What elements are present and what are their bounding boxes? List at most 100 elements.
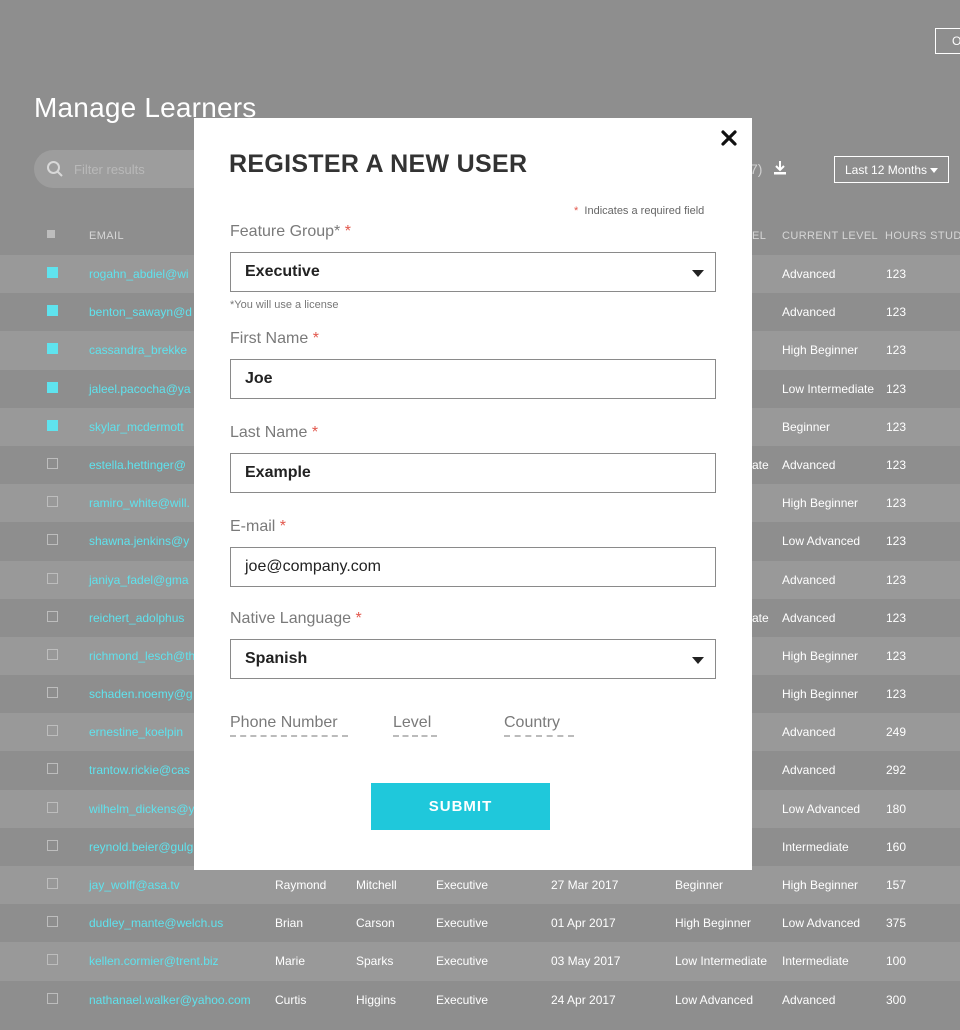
first-name-cell: Raymond — [275, 878, 327, 892]
header-start-level[interactable]: EL — [752, 230, 766, 242]
row-checkbox[interactable] — [47, 878, 58, 889]
email-cell[interactable]: jay_wolff@asa.tv — [89, 878, 180, 892]
submit-button[interactable]: SUBMIT — [371, 783, 550, 830]
last-name-cell: Mitchell — [356, 878, 397, 892]
email-field[interactable]: joe@company.com — [230, 547, 716, 587]
select-all-checkbox[interactable] — [47, 230, 55, 238]
row-checkbox[interactable] — [47, 534, 58, 546]
current-level-cell: Advanced — [782, 572, 836, 587]
last-name-cell: Carson — [356, 916, 395, 931]
hours-cell: 123 — [886, 457, 907, 472]
row-checkbox[interactable] — [47, 343, 58, 355]
phone-number-field[interactable]: Phone Number — [230, 714, 348, 737]
row-checkbox[interactable] — [47, 954, 58, 966]
group-cell: Executive — [436, 916, 489, 931]
row-checkbox[interactable] — [47, 267, 58, 278]
date-range-label: Last 12 Months — [845, 163, 928, 177]
hours-cell: 100 — [886, 954, 907, 969]
start-level-cell: Beginner — [675, 878, 724, 892]
current-level-cell: High Beginner — [782, 343, 859, 358]
row-checkbox[interactable] — [47, 725, 58, 737]
date-cell: 27 Mar 2017 — [551, 878, 619, 892]
country-field[interactable]: Country — [504, 714, 574, 737]
email-cell[interactable]: wilhelm_dickens@y — [89, 802, 195, 816]
register-user-modal: REGISTER A NEW USER * Indicates a requir… — [194, 118, 752, 870]
hours-cell: 123 — [886, 381, 907, 396]
level-field[interactable]: Level — [393, 714, 437, 737]
hours-cell: 160 — [886, 839, 907, 854]
current-level-cell: Intermediate — [782, 954, 849, 969]
email-cell[interactable]: janiya_fadel@gma — [89, 573, 189, 587]
hours-cell: 123 — [886, 496, 907, 511]
start-level-cell: ate — [752, 610, 769, 625]
header-hours[interactable]: HOURS STUD — [885, 230, 960, 242]
row-checkbox[interactable] — [47, 572, 58, 584]
hours-cell: 123 — [886, 419, 907, 434]
email-cell[interactable]: richmond_lesch@th — [89, 649, 195, 663]
email-cell[interactable]: ramiro_white@will. — [89, 496, 190, 510]
hours-cell: 157 — [886, 878, 907, 892]
native-language-label: Native Language * — [230, 610, 362, 627]
row-checkbox[interactable] — [47, 419, 58, 431]
email-cell[interactable]: schaden.noemy@g — [89, 687, 193, 701]
email-cell[interactable]: nathanael.walker@yahoo.com — [89, 993, 251, 1007]
table-row[interactable]: kellen.cormier@trent.biz Marie Sparks Execu… — [0, 942, 960, 981]
table-row[interactable]: jay_wolff@asa.tv Raymond Mitchell Executive… — [0, 866, 960, 905]
hours-cell: 123 — [886, 610, 907, 625]
hours-cell: 249 — [886, 725, 907, 740]
email-cell[interactable]: kellen.cormier@trent.biz — [89, 954, 219, 968]
search-icon — [47, 161, 63, 177]
row-checkbox[interactable] — [47, 839, 58, 851]
row-checkbox[interactable] — [47, 992, 58, 1004]
email-cell[interactable]: rogahn_abdiel@wi — [89, 267, 189, 281]
email-cell[interactable]: trantow.rickie@cas — [89, 763, 190, 777]
last-name-input[interactable]: Example — [230, 453, 716, 493]
email-cell[interactable]: skylar_mcdermott — [89, 420, 184, 434]
email-cell[interactable]: ernestine_koelpin — [89, 725, 183, 739]
header-current-level[interactable]: CURRENT LEVEL — [782, 230, 878, 242]
row-checkbox[interactable] — [47, 381, 58, 393]
date-cell: 03 May 2017 — [551, 954, 621, 969]
row-checkbox[interactable] — [47, 801, 58, 813]
hours-cell: 123 — [886, 648, 907, 663]
row-checkbox[interactable] — [47, 687, 58, 699]
header-email[interactable]: EMAIL — [89, 230, 124, 242]
group-cell: Executive — [436, 878, 489, 892]
row-checkbox[interactable] — [47, 648, 58, 660]
group-cell: Executive — [436, 954, 489, 969]
date-range-select[interactable]: Last 12 Months — [834, 156, 949, 183]
top-right-button[interactable]: O — [935, 28, 960, 54]
email-cell[interactable]: shawna.jenkins@y — [89, 534, 189, 548]
chevron-down-icon — [930, 168, 938, 173]
current-level-cell: Advanced — [782, 725, 836, 740]
filter-placeholder: Filter results — [74, 162, 145, 177]
row-checkbox[interactable] — [47, 496, 58, 508]
email-cell[interactable]: reichert_adolphus — [89, 611, 184, 625]
table-row[interactable]: nathanael.walker@yahoo.com Curtis Higgins E… — [0, 981, 960, 1019]
start-level-cell: High Beginner — [675, 916, 752, 931]
email-cell[interactable]: cassandra_brekke — [89, 343, 187, 357]
required-note: * Indicates a required field — [574, 205, 705, 217]
hours-cell: 123 — [886, 687, 907, 702]
native-language-select[interactable]: Spanish — [230, 639, 716, 679]
date-cell: 24 Apr 2017 — [551, 992, 616, 1007]
email-cell[interactable]: dudley_mante@welch.us — [89, 916, 223, 930]
first-name-cell: Marie — [275, 954, 306, 969]
row-checkbox[interactable] — [47, 916, 58, 928]
start-level-cell: ate — [752, 457, 769, 472]
email-cell[interactable]: reynold.beier@gulg — [89, 840, 193, 854]
email-cell[interactable]: estella.hettinger@ — [89, 458, 186, 472]
row-checkbox[interactable] — [47, 763, 58, 775]
close-icon[interactable] — [721, 130, 737, 146]
table-row[interactable]: dudley_mante@welch.us Brian Carson Executiv… — [0, 904, 960, 942]
row-checkbox[interactable] — [47, 610, 58, 622]
row-checkbox[interactable] — [47, 305, 58, 317]
email-cell[interactable]: jaleel.pacocha@ya — [89, 382, 191, 396]
first-name-input[interactable]: Joe — [230, 359, 716, 399]
email-cell[interactable]: benton_sawayn@d — [89, 305, 192, 319]
chevron-down-icon — [692, 270, 704, 277]
feature-group-select[interactable]: Executive — [230, 252, 716, 292]
download-icon[interactable] — [772, 160, 788, 176]
current-level-cell: High Beginner — [782, 687, 859, 702]
row-checkbox[interactable] — [47, 457, 58, 469]
